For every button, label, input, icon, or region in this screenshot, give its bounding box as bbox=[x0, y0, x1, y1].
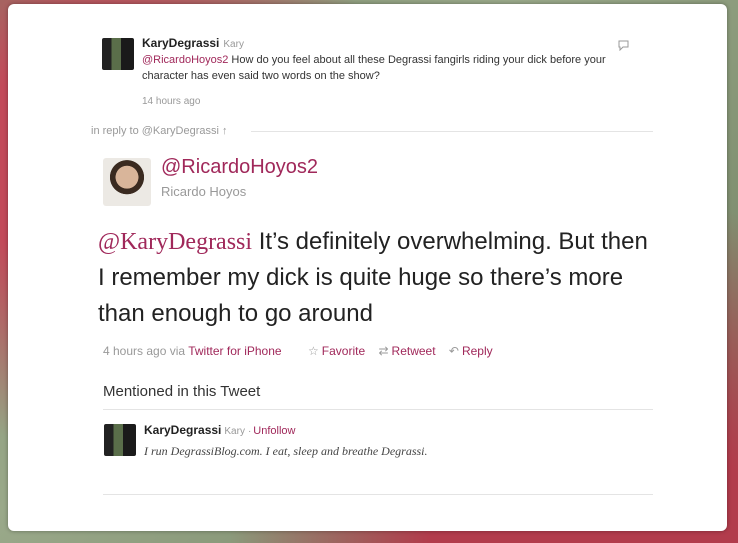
main-fullname: Ricardo Hoyos bbox=[161, 184, 247, 199]
reply-button[interactable]: ↶ Reply bbox=[449, 344, 493, 358]
reply-arrow-icon: ↶ bbox=[448, 344, 459, 358]
divider bbox=[251, 131, 653, 132]
main-tweet-text: @KaryDegrassi It’s definitely overwhelmi… bbox=[98, 224, 658, 332]
divider bbox=[103, 409, 653, 410]
divider bbox=[103, 494, 653, 495]
mention-link[interactable]: @KaryDegrassi bbox=[98, 229, 252, 255]
tweet-permalink-card: KaryDegrassi Kary @RicardoHoyos2 How do y… bbox=[8, 4, 727, 531]
star-icon: ☆ bbox=[308, 344, 319, 358]
mentioned-username[interactable]: KaryDegrassi bbox=[144, 423, 221, 437]
separator: · bbox=[247, 426, 252, 437]
parent-timestamp[interactable]: 14 hours ago bbox=[142, 96, 200, 107]
retweet-button[interactable]: ⇄ Retweet bbox=[378, 344, 435, 358]
source-link[interactable]: Twitter for iPhone bbox=[188, 344, 281, 358]
retweet-icon: ⇄ bbox=[378, 344, 389, 358]
reply-icon[interactable] bbox=[618, 40, 629, 54]
mentioned-heading: Mentioned in this Tweet bbox=[103, 383, 261, 400]
avatar[interactable] bbox=[103, 158, 151, 206]
parent-username[interactable]: KaryDegrassi bbox=[142, 36, 219, 50]
tweet-meta: 4 hours ago via Twitter for iPhone bbox=[103, 344, 282, 358]
main-handle[interactable]: @RicardoHoyos2 bbox=[161, 156, 318, 179]
unfollow-button[interactable]: Unfollow bbox=[253, 425, 295, 437]
parent-tweet-text: @RicardoHoyos2 How do you feel about all… bbox=[142, 52, 612, 84]
mention-link[interactable]: @RicardoHoyos2 bbox=[142, 54, 228, 66]
main-timestamp[interactable]: 4 hours ago bbox=[103, 344, 166, 358]
avatar[interactable] bbox=[104, 424, 136, 456]
parent-fullname: Kary bbox=[223, 39, 244, 50]
favorite-button[interactable]: ☆ Favorite bbox=[308, 344, 365, 358]
avatar[interactable] bbox=[102, 38, 134, 70]
in-reply-to-link[interactable]: in reply to @KaryDegrassi ↑ bbox=[91, 125, 228, 137]
tweet-actions: ☆ Favorite ⇄ Retweet ↶ Reply bbox=[308, 344, 503, 358]
mentioned-fullname: Kary bbox=[224, 426, 245, 437]
user-bio: I run DegrassiBlog.com. I eat, sleep and… bbox=[144, 444, 428, 458]
via-label: via bbox=[169, 344, 186, 358]
